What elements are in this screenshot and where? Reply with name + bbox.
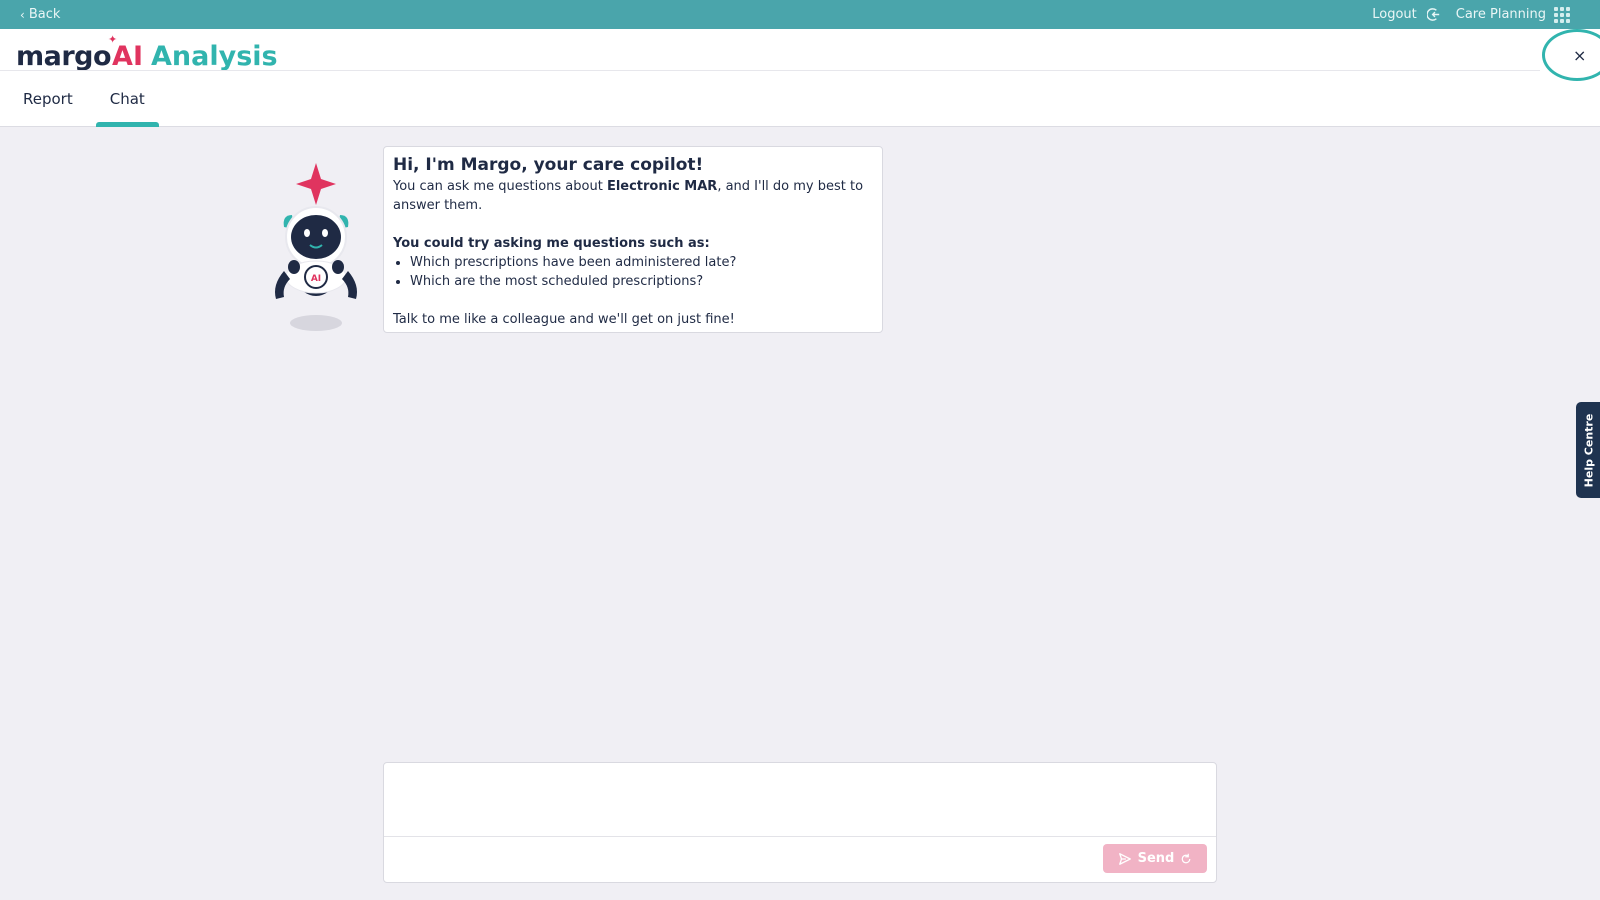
message-input[interactable] <box>384 763 1216 837</box>
app-switcher[interactable]: Care Planning <box>1455 6 1570 23</box>
send-icon <box>1118 852 1131 865</box>
logout-icon <box>1426 7 1442 22</box>
page-header: margo ✦ AI Analysis × Report Chat <box>0 29 1600 127</box>
topic-name: Electronic MAR <box>606 179 718 194</box>
send-button[interactable]: Send <box>1103 844 1207 873</box>
send-label: Send <box>1137 851 1175 866</box>
assistant-welcome-message: Hi, I'm Margo, your care copilot! You ca… <box>383 146 883 333</box>
suggestion-item: Which prescriptions have been administer… <box>410 253 873 272</box>
logo-ai-text: ✦ AI <box>108 33 143 72</box>
welcome-closing: Talk to me like a colleague and we'll ge… <box>393 312 735 327</box>
logout-label: Logout <box>1372 7 1417 22</box>
back-link[interactable]: ‹ Back <box>20 0 60 29</box>
logo-margo-text: margo <box>16 41 112 72</box>
page-title: Analysis <box>151 41 278 72</box>
header-divider <box>0 70 1540 71</box>
apps-grid-icon <box>1554 6 1570 23</box>
back-label: Back <box>28 7 61 22</box>
sparkle-icon: ✦ <box>108 33 118 46</box>
logout-button[interactable]: Logout <box>1372 7 1442 22</box>
close-icon: × <box>1573 45 1587 65</box>
suggestions-heading: You could try asking me questions such a… <box>393 236 710 251</box>
svg-text:AI: AI <box>311 274 321 284</box>
top-bar: ‹ Back Logout Care Planning <box>0 0 1600 29</box>
tab-report[interactable]: Report <box>9 87 87 127</box>
margo-robot-mascot: AI <box>275 163 357 331</box>
close-button[interactable]: × <box>1542 29 1600 81</box>
app-switcher-label: Care Planning <box>1455 7 1546 22</box>
chevron-left-icon: ‹ <box>20 7 25 22</box>
top-right-actions: Logout Care Planning <box>1372 0 1570 29</box>
suggestions-list: Which prescriptions have been administer… <box>410 253 873 291</box>
welcome-intro: You can ask me questions about Electroni… <box>393 179 864 213</box>
suggestion-item: Which are the most scheduled prescriptio… <box>410 272 873 291</box>
tab-bar: Report Chat <box>0 87 159 127</box>
margo-ai-logo: margo ✦ AI Analysis <box>16 33 278 72</box>
refresh-icon <box>1182 853 1191 863</box>
help-centre-tab[interactable]: Help Centre <box>1576 402 1600 498</box>
welcome-title: Hi, I'm Margo, your care copilot! <box>393 155 704 175</box>
tab-chat[interactable]: Chat <box>95 87 159 127</box>
help-centre-label: Help Centre <box>1582 413 1596 487</box>
chat-composer: Send <box>383 762 1217 883</box>
